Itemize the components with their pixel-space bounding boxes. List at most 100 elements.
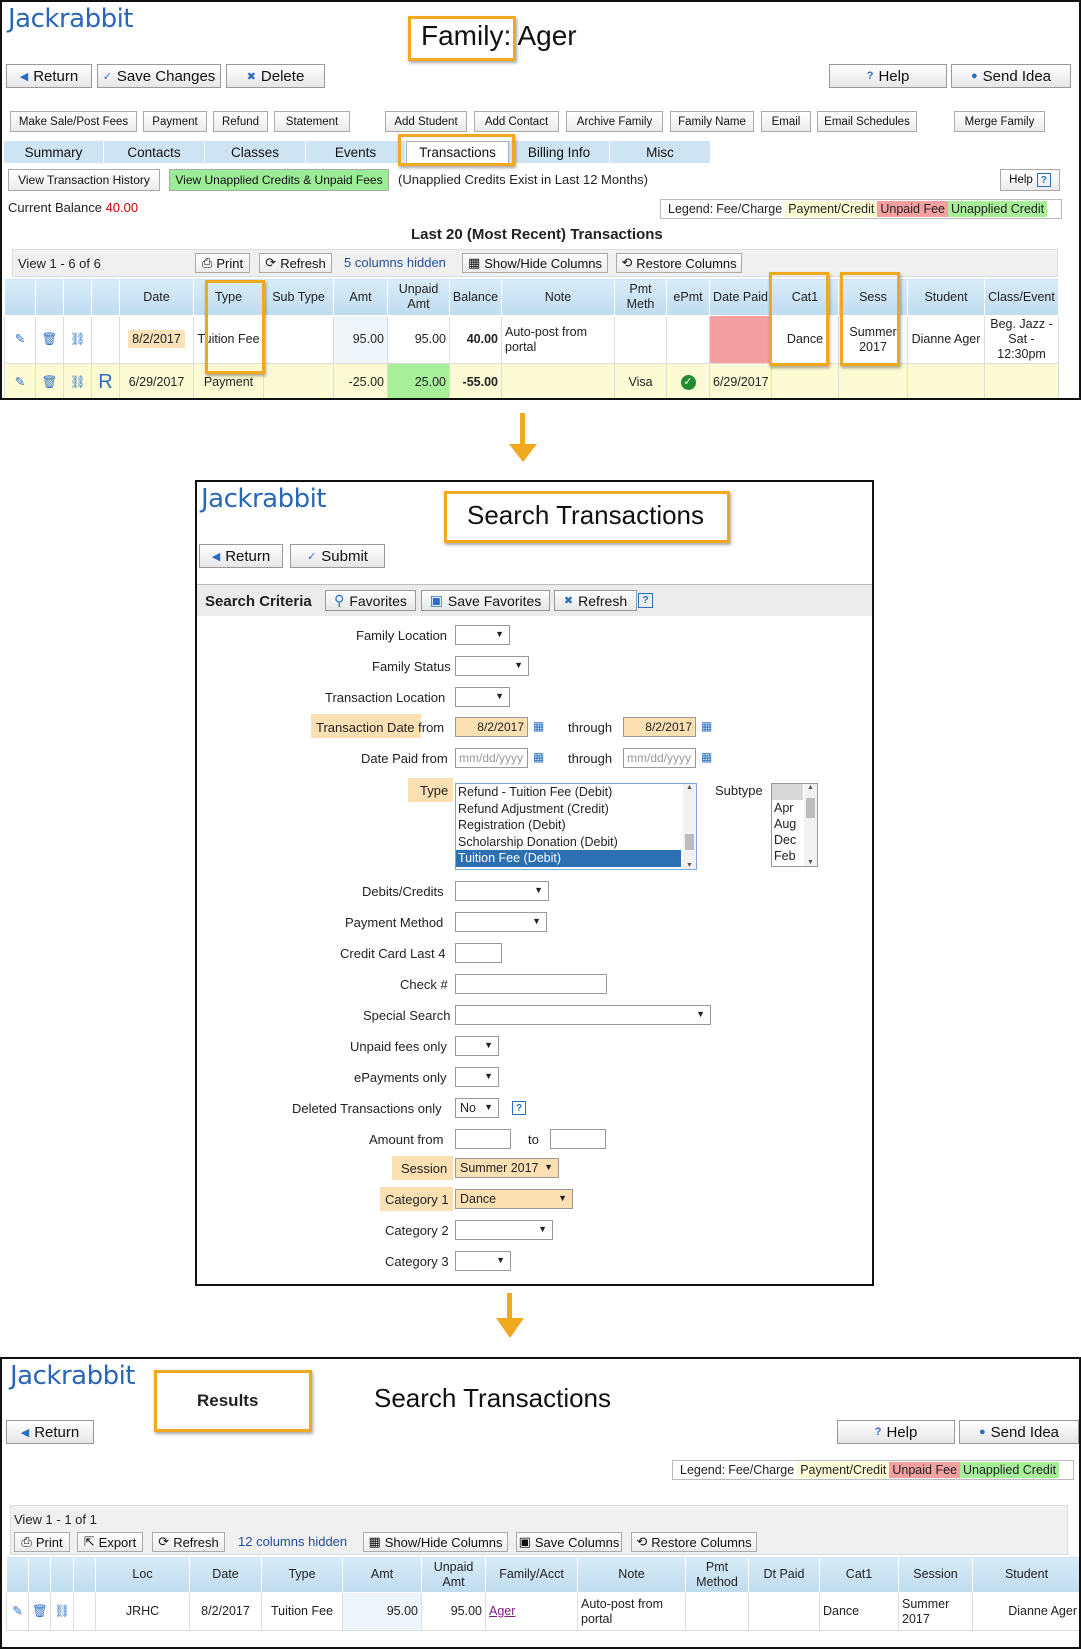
link-icon[interactable]: ⛓ xyxy=(54,1604,70,1618)
help-button[interactable]: ? Help xyxy=(837,1420,955,1444)
subtype-multiselect[interactable]: Apr Aug Dec Feb ▲ ▼ xyxy=(771,783,818,867)
link-icon[interactable]: ⛓ xyxy=(70,375,86,389)
action-merge-family[interactable]: Merge Family xyxy=(954,111,1045,132)
col-family-acct[interactable]: Family/Acct xyxy=(485,1556,578,1593)
columns-hidden-link[interactable]: 5 columns hidden xyxy=(344,255,446,270)
trash-icon[interactable]: 🗑 xyxy=(32,1604,48,1618)
tab-misc[interactable]: Misc xyxy=(610,141,711,163)
col-session[interactable]: Session xyxy=(898,1556,973,1593)
send-idea-button[interactable]: ● Send Idea xyxy=(959,1420,1079,1444)
action-statement[interactable]: Statement xyxy=(274,111,350,132)
action-make-sale[interactable]: Make Sale/Post Fees xyxy=(10,111,137,132)
type-scrollbar[interactable]: ▲ ▼ xyxy=(683,784,696,869)
tab-billing-info[interactable]: Billing Info xyxy=(509,141,610,163)
action-refund[interactable]: Refund xyxy=(213,111,268,132)
view-transaction-history-button[interactable]: View Transaction History xyxy=(8,169,160,191)
special-search-select[interactable]: ▼ xyxy=(455,1005,711,1025)
edit-icon[interactable]: ✎ xyxy=(15,375,25,389)
link-icon[interactable]: ⛓ xyxy=(70,332,86,346)
date-paid-from-input[interactable]: mm/dd/yyyy xyxy=(455,748,528,768)
session-select[interactable]: Summer 2017 ▼ xyxy=(455,1158,559,1178)
type-option[interactable]: Refund - Tuition Fee (Debit) xyxy=(456,784,696,801)
refresh-button[interactable]: ⟳ Refresh xyxy=(259,253,332,273)
edit-icon[interactable]: ✎ xyxy=(12,1604,22,1618)
type-multiselect[interactable]: Refund - Tuition Fee (Debit) Refund Adju… xyxy=(455,783,697,870)
col-balance[interactable]: Balance xyxy=(449,278,502,316)
restore-columns-button[interactable]: ⟲ Restore Columns xyxy=(631,1532,757,1552)
col-student[interactable]: Student xyxy=(907,278,985,316)
delete-button[interactable]: ✖ Delete xyxy=(226,64,325,88)
col-loc[interactable]: Loc xyxy=(95,1556,190,1593)
help-small-button[interactable]: Help? xyxy=(1000,169,1060,191)
col-note[interactable]: Note xyxy=(577,1556,686,1593)
unpaid-only-select[interactable]: ▼ xyxy=(455,1036,499,1056)
amount-to-input[interactable] xyxy=(550,1129,606,1149)
subtype-option[interactable] xyxy=(772,784,803,800)
save-changes-button[interactable]: ✓ Save Changes xyxy=(97,64,221,88)
debits-credits-select[interactable]: ▼ xyxy=(455,881,549,901)
col-pmt-method[interactable]: Pmt Method xyxy=(685,1556,749,1593)
col-dt-paid[interactable]: Dt Paid xyxy=(748,1556,820,1593)
check-number-input[interactable] xyxy=(455,974,607,994)
calendar-icon[interactable]: ▦ xyxy=(701,720,714,733)
action-payment[interactable]: Payment xyxy=(143,111,207,132)
category3-select[interactable]: ▼ xyxy=(455,1251,511,1271)
calendar-icon[interactable]: ▦ xyxy=(533,751,546,764)
col-date-paid[interactable]: Date Paid xyxy=(709,278,772,316)
family-status-select[interactable]: ▼ xyxy=(455,656,529,676)
action-add-student[interactable]: Add Student xyxy=(385,111,467,132)
type-option[interactable]: Registration (Debit) xyxy=(456,817,696,834)
amount-from-input[interactable] xyxy=(455,1129,511,1149)
edit-icon[interactable]: ✎ xyxy=(15,332,25,346)
transaction-date-from-input[interactable]: 8/2/2017 xyxy=(455,717,528,737)
table-row[interactable]: ✎ 🗑 ⛓ 8/2/2017 Tuition Fee 95.00 95.00 4… xyxy=(4,315,1059,364)
cc-last4-input[interactable] xyxy=(455,943,502,963)
subtype-scrollbar[interactable]: ▲ ▼ xyxy=(804,784,817,866)
help-icon[interactable]: ? xyxy=(512,1101,526,1115)
col-amt[interactable]: Amt xyxy=(342,1556,422,1593)
payment-method-select[interactable]: ▼ xyxy=(455,912,547,932)
help-button[interactable]: ? Help xyxy=(829,64,947,88)
deleted-only-select[interactable]: No ▼ xyxy=(455,1098,499,1118)
view-unapplied-button[interactable]: View Unapplied Credits & Unpaid Fees xyxy=(169,169,389,191)
category1-select[interactable]: Dance ▼ xyxy=(455,1189,573,1209)
col-student[interactable]: Student xyxy=(972,1556,1079,1593)
tab-events[interactable]: Events xyxy=(306,141,406,163)
return-button[interactable]: ◀ Return xyxy=(6,1420,94,1444)
type-option[interactable]: Scholarship Donation (Debit) xyxy=(456,834,696,851)
epayments-only-select[interactable]: ▼ xyxy=(455,1067,499,1087)
print-button[interactable]: ⎙ Print xyxy=(195,253,250,273)
action-archive-family[interactable]: Archive Family xyxy=(566,111,663,132)
refresh-button[interactable]: ⟳ Refresh xyxy=(152,1532,225,1552)
table-row[interactable]: ✎ 🗑 ⛓ R 6/29/2017 Payment -25.00 25.00 -… xyxy=(4,363,1059,398)
restore-columns-button[interactable]: ⟲ Restore Columns xyxy=(616,253,742,273)
calendar-icon[interactable]: ▦ xyxy=(533,720,546,733)
tab-contacts[interactable]: Contacts xyxy=(104,141,205,163)
col-class[interactable]: Class/Event xyxy=(984,278,1059,316)
col-type[interactable]: Type xyxy=(261,1556,343,1593)
col-note[interactable]: Note xyxy=(501,278,615,316)
show-hide-columns-button[interactable]: ▦ Show/Hide Columns xyxy=(462,253,608,273)
date-paid-through-input[interactable]: mm/dd/yyyy xyxy=(623,748,696,768)
family-location-select[interactable]: ▼ xyxy=(455,625,510,645)
refund-marker[interactable]: R xyxy=(91,363,120,398)
category2-select[interactable]: ▼ xyxy=(455,1220,553,1240)
send-idea-button[interactable]: ● Send Idea xyxy=(951,64,1071,88)
tab-summary[interactable]: Summary xyxy=(4,141,104,163)
type-option[interactable]: Refund Adjustment (Credit) xyxy=(456,801,696,818)
save-columns-button[interactable]: ▣ Save Columns xyxy=(516,1532,622,1552)
col-unpaid[interactable]: Unpaid Amt xyxy=(387,278,450,316)
export-button[interactable]: ⇱ Export xyxy=(77,1532,143,1552)
col-epmt[interactable]: ePmt xyxy=(666,278,710,316)
calendar-icon[interactable]: ▦ xyxy=(701,751,714,764)
type-option-selected[interactable]: Tuition Fee (Debit) xyxy=(456,850,681,867)
col-subtype[interactable]: Sub Type xyxy=(263,278,334,316)
col-date[interactable]: Date xyxy=(189,1556,262,1593)
action-family-name[interactable]: Family Name xyxy=(670,111,754,132)
action-email-schedules[interactable]: Email Schedules xyxy=(817,111,917,132)
col-cat1[interactable]: Cat1 xyxy=(819,1556,899,1593)
action-add-contact[interactable]: Add Contact xyxy=(474,111,559,132)
col-unpaid[interactable]: Unpaid Amt xyxy=(421,1556,486,1593)
columns-hidden-link[interactable]: 12 columns hidden xyxy=(238,1534,347,1549)
col-amt[interactable]: Amt xyxy=(333,278,388,316)
